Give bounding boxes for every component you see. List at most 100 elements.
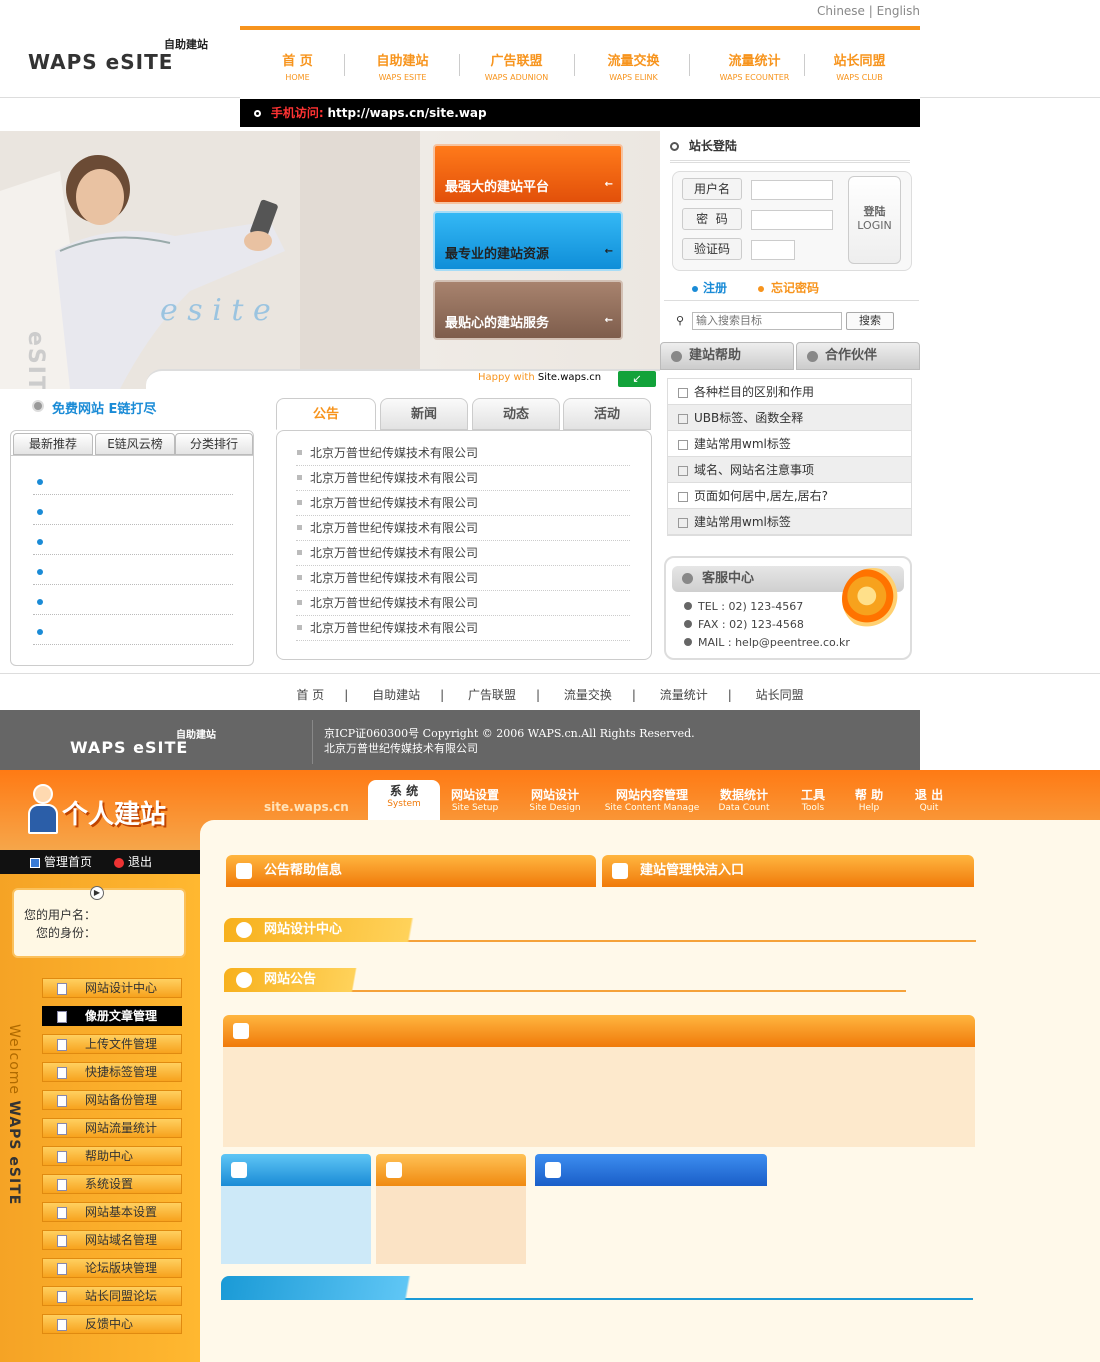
tab-notice[interactable]: 公告 <box>276 398 376 430</box>
list-item[interactable] <box>33 615 233 645</box>
list-item[interactable]: UBB标签、函数全释 <box>668 405 911 431</box>
tab-partners[interactable]: 合作伙伴 <box>796 342 920 370</box>
nav-ecounter[interactable]: 流量统计 WAPS ECOUNTER <box>697 50 812 82</box>
admin-tab-system[interactable]: 系 统 System <box>368 780 440 820</box>
news-item[interactable]: 北京万普世纪传媒技术有限公司 <box>296 516 630 541</box>
menu-system-settings[interactable]: 系统设置 <box>42 1174 182 1194</box>
menu-backup[interactable]: 网站备份管理 <box>42 1090 182 1110</box>
banner-service-button[interactable]: 最贴心的建站服务 ← <box>433 280 623 340</box>
lang-chinese-link[interactable]: Chinese <box>817 4 865 18</box>
arrow-icon: ← <box>604 315 613 326</box>
announcement-bar[interactable]: 网站公告 <box>224 968 384 992</box>
admin-tab-data[interactable]: 数据统计 Data Count <box>712 786 776 820</box>
quick-entry-bar[interactable]: 建站管理快洁入口 <box>602 855 974 887</box>
nav-ecounter-sub: WAPS ECOUNTER <box>719 73 790 82</box>
tab-news[interactable]: 新闻 <box>380 398 468 430</box>
password-label: 密 码 <box>682 208 742 230</box>
admin-tab-design[interactable]: 网站设计 Site Design <box>522 786 588 820</box>
news-item[interactable]: 北京万普世纪传媒技术有限公司 <box>296 466 630 491</box>
menu-album-article[interactable]: 像册文章管理 <box>42 1006 182 1026</box>
notice-help-bar[interactable]: 公告帮助信息 <box>226 855 596 887</box>
tab-events[interactable]: 活动 <box>563 398 651 430</box>
list-item[interactable]: 建站常用wml标签 <box>668 431 911 457</box>
footer-link-ecounter[interactable]: 流量统计 <box>660 688 708 702</box>
caption-arrow-icon[interactable]: ↙ <box>618 371 656 387</box>
footer-link-club[interactable]: 站长同盟 <box>756 688 804 702</box>
list-item[interactable]: 建站常用wml标签 <box>668 509 911 535</box>
forgot-password-link[interactable]: 忘记密码 <box>758 279 819 296</box>
footer-link-home[interactable]: 首 页 <box>296 688 324 702</box>
blue-panel-bar[interactable] <box>221 1154 371 1186</box>
footer-link-elink[interactable]: 流量交换 <box>564 688 612 702</box>
admin-tab-help[interactable]: 帮 助 Help <box>846 786 892 820</box>
admin-site[interactable]: site.waps.cn <box>264 800 349 814</box>
nav-home[interactable]: 首 页 HOME <box>240 50 355 82</box>
nav-esite[interactable]: 自助建站 WAPS ESITE <box>345 50 460 82</box>
menu-help-center[interactable]: 帮助中心 <box>42 1146 182 1166</box>
menu-shortcut-tags[interactable]: 快捷标签管理 <box>42 1062 182 1082</box>
list-item[interactable] <box>33 495 233 525</box>
login-button[interactable]: 登陆 LOGIN <box>848 176 901 264</box>
list-item[interactable] <box>33 525 233 555</box>
list-item[interactable] <box>33 555 233 585</box>
list-item[interactable] <box>33 585 233 615</box>
news-item[interactable]: 北京万普世纪传媒技术有限公司 <box>296 541 630 566</box>
admin-home-link[interactable]: 管理首页 <box>30 850 92 874</box>
menu-club-forum[interactable]: 站长同盟论坛 <box>42 1286 182 1306</box>
register-link[interactable]: 注册 <box>692 279 727 296</box>
menu-basic-settings[interactable]: 网站基本设置 <box>42 1202 182 1222</box>
banner-platform-button[interactable]: 最强大的建站平台 ← <box>433 144 623 204</box>
admin-logout-link[interactable]: 退出 <box>114 850 152 874</box>
dark-blue-panel-bar[interactable] <box>535 1154 767 1186</box>
play-icon[interactable]: ▶ <box>90 886 104 900</box>
footer-link-adunion[interactable]: 广告联盟 <box>468 688 516 702</box>
news-item[interactable]: 北京万普世纪传媒技术有限公司 <box>296 566 630 591</box>
menu-design-center[interactable]: 网站设计中心 <box>42 978 182 998</box>
admin-tab-design-label: 网站设计 <box>530 788 579 802</box>
username-input[interactable] <box>751 180 833 200</box>
search-button[interactable]: 搜索 <box>846 312 894 330</box>
copyright-text: 京ICP证060300号 Copyright © 2006 WAPS.cn.Al… <box>324 727 695 740</box>
mobile-url-link[interactable]: http://waps.cn/site.wap <box>327 106 486 120</box>
design-center-bar[interactable]: 网站设计中心 <box>224 918 454 942</box>
tab-category-rank[interactable]: 分类排行 <box>175 433 253 455</box>
list-item[interactable]: 页面如何居中,居左,居右? <box>668 483 911 509</box>
news-item[interactable]: 北京万普世纪传媒技术有限公司 <box>296 441 630 466</box>
arrow-icon: ← <box>604 246 613 257</box>
lang-english-link[interactable]: English <box>877 4 920 18</box>
admin-tab-tools[interactable]: 工具 Tools <box>790 786 836 820</box>
tab-latest[interactable]: 最新推荐 <box>13 433 93 455</box>
captcha-input[interactable] <box>751 240 795 260</box>
menu-forum-board[interactable]: 论坛版块管理 <box>42 1258 182 1278</box>
menu-upload[interactable]: 上传文件管理 <box>42 1034 182 1054</box>
menu-domain[interactable]: 网站域名管理 <box>42 1230 182 1250</box>
menu-feedback[interactable]: 反馈中心 <box>42 1314 182 1334</box>
content-panel-bar[interactable] <box>223 1015 975 1047</box>
admin-tab-setup[interactable]: 网站设置 Site Setup <box>442 786 508 820</box>
search-input[interactable] <box>692 312 842 330</box>
tab-updates[interactable]: 动态 <box>472 398 560 430</box>
nav-elink[interactable]: 流量交换 WAPS ELINK <box>576 50 691 82</box>
nav-club[interactable]: 站长同盟 WAPS CLUB <box>802 50 917 82</box>
nav-ecounter-label: 流量统计 <box>728 54 781 69</box>
site-logo[interactable]: 自助建站 WAPS eSITE <box>28 36 218 76</box>
admin-tab-content[interactable]: 网站内容管理 Site Content Manage <box>602 786 702 820</box>
list-item[interactable]: 各种栏目的区别和作用 <box>668 379 911 405</box>
admin-tab-quit[interactable]: 退 出 Quit <box>906 786 952 820</box>
nav-divider <box>574 54 575 76</box>
dot-icon <box>684 602 692 610</box>
mail-link[interactable]: MAIL : help@peentree.co.kr <box>698 636 850 649</box>
orange-panel-bar[interactable] <box>376 1154 526 1186</box>
news-item[interactable]: 北京万普世纪传媒技术有限公司 <box>296 616 630 641</box>
list-item[interactable] <box>33 465 233 495</box>
menu-traffic[interactable]: 网站流量统计 <box>42 1118 182 1138</box>
banner-resource-button[interactable]: 最专业的建站资源 ← <box>433 211 623 271</box>
news-item[interactable]: 北京万普世纪传媒技术有限公司 <box>296 491 630 516</box>
nav-adunion[interactable]: 广告联盟 WAPS ADUNION <box>459 50 574 82</box>
list-item[interactable]: 域名、网站名注意事项 <box>668 457 911 483</box>
footer-link-esite[interactable]: 自助建站 <box>372 688 420 702</box>
news-item[interactable]: 北京万普世纪传媒技术有限公司 <box>296 591 630 616</box>
tab-elink-rank[interactable]: E链风云榜 <box>95 433 175 455</box>
tab-site-help[interactable]: 建站帮助 <box>660 342 794 370</box>
password-input[interactable] <box>751 210 833 230</box>
